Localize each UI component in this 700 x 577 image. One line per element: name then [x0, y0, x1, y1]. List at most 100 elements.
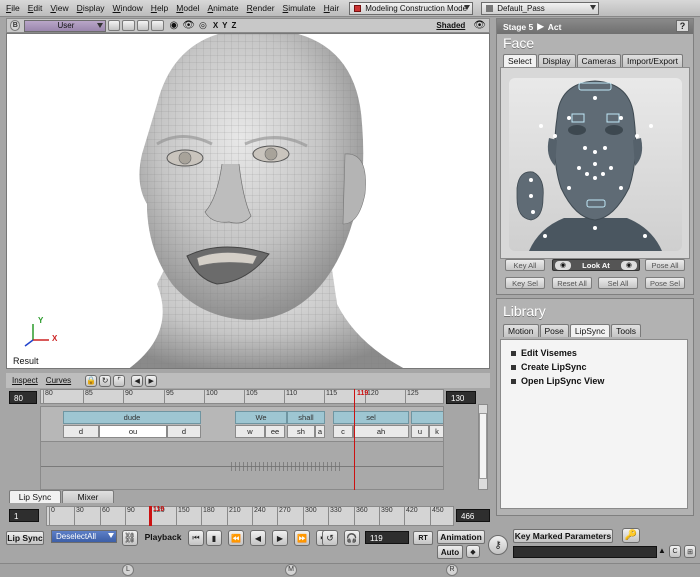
auto-key-button[interactable]: Auto — [437, 545, 463, 559]
step-back-icon[interactable]: ⏪ — [228, 530, 244, 546]
word-block[interactable] — [411, 411, 443, 424]
list-item-create-lipsync[interactable]: Create LipSync — [501, 360, 687, 374]
mode-combo[interactable]: Modeling Construction Mode — [349, 1, 474, 15]
lock-icon[interactable]: 🔒 — [85, 374, 98, 387]
look-at-control[interactable]: ◉ Look At ◉ — [552, 259, 640, 271]
rt-button[interactable]: RT — [413, 531, 433, 545]
tab-display[interactable]: Display — [537, 54, 576, 67]
settings-icon[interactable]: ⊞ — [684, 545, 696, 558]
inspect-menu[interactable]: Inspect — [12, 376, 38, 385]
tab-lip-sync[interactable]: Lip Sync — [9, 490, 61, 503]
word-block[interactable]: dude — [63, 411, 201, 424]
key-icon[interactable]: ⚷ — [488, 535, 508, 555]
playback-menu[interactable]: Playback — [144, 531, 182, 545]
lipsync-mode-button[interactable]: Lip Sync — [6, 531, 44, 545]
viewport-toggle-4[interactable] — [151, 20, 164, 31]
breadcrumb-act[interactable]: Act — [548, 22, 562, 32]
tab-import-export[interactable]: Import/Export — [621, 54, 684, 67]
eye-icon[interactable]: 👁 — [182, 20, 195, 31]
viseme-block[interactable]: u — [411, 425, 429, 438]
key-all-button[interactable]: Key All — [505, 259, 545, 271]
timeline-ruler[interactable]: 0 30 60 90 120 150 180 210 240 270 300 330 360 390 420… — [46, 506, 454, 526]
word-block[interactable]: We — [235, 411, 287, 424]
frame-icon[interactable]: ⌜ — [113, 374, 126, 387]
viewport-toggle-2[interactable] — [122, 20, 135, 31]
lipsync-vscroll[interactable] — [478, 404, 488, 490]
viseme-block[interactable]: c — [333, 425, 353, 438]
viewport-b-icon[interactable]: B — [10, 20, 21, 31]
sel-all-button[interactable]: Sel All — [598, 277, 638, 289]
menu-hair[interactable]: Hair — [324, 3, 340, 13]
help-button[interactable]: ? — [676, 20, 689, 32]
menu-simulate[interactable]: Simulate — [283, 3, 316, 13]
shading-mode[interactable]: Shaded — [436, 21, 465, 30]
viseme-block[interactable]: d — [63, 425, 99, 438]
next-arrow-icon[interactable]: ▶ — [145, 374, 158, 387]
link-icon[interactable]: ⛓ — [122, 530, 138, 546]
word-block[interactable]: sel — [333, 411, 409, 424]
viseme-block[interactable]: k — [429, 425, 443, 438]
lipsync-playhead[interactable] — [354, 389, 355, 490]
viewport-toggle-1[interactable] — [108, 20, 121, 31]
copy-icon[interactable]: C — [669, 545, 681, 558]
prev-key-icon[interactable]: ▮ — [206, 530, 222, 546]
menu-display[interactable]: Display — [77, 3, 105, 13]
face-picker[interactable] — [509, 78, 682, 251]
lipsync-end-field[interactable]: 130 — [446, 391, 476, 404]
auto-key-toggle-icon[interactable]: ◆ — [466, 545, 480, 558]
tab-tools[interactable]: Tools — [611, 324, 641, 337]
reset-all-button[interactable]: Reset All — [552, 277, 592, 289]
view-z-button[interactable]: Z — [232, 21, 237, 30]
timeline-start-field[interactable]: 1 — [9, 509, 39, 522]
lipsync-track[interactable]: dude We shall sel d ou d w ee sh a c ah … — [40, 406, 444, 490]
viseme-block[interactable]: ah — [353, 425, 409, 438]
tab-lipsync[interactable]: LipSync — [569, 324, 611, 337]
lipsync-ruler[interactable]: 80 85 90 95 100 105 110 115 120 125 — [40, 389, 444, 404]
list-item-open-lipsync-view[interactable]: Open LipSync View — [501, 374, 687, 388]
audio-icon[interactable]: 🎧 — [344, 530, 360, 546]
view-y-button[interactable]: Y — [222, 21, 227, 30]
key-sel-button[interactable]: Key Sel — [505, 277, 545, 289]
eye-left-icon[interactable]: ◉ — [555, 260, 571, 270]
scroll-up-icon[interactable]: ▲ — [658, 546, 666, 555]
viseme-block[interactable]: d — [167, 425, 201, 438]
prev-arrow-icon[interactable]: ◀ — [131, 374, 144, 387]
step-forward-icon[interactable]: ⏩ — [294, 530, 310, 546]
menu-help[interactable]: Help — [151, 3, 168, 13]
deselect-combo[interactable]: DeselectAll — [51, 530, 117, 543]
tab-pose[interactable]: Pose — [539, 324, 569, 337]
menu-window[interactable]: Window — [113, 3, 143, 13]
camera-combo[interactable]: User — [24, 19, 107, 32]
camera-icon[interactable]: ◉ — [170, 20, 179, 31]
parameter-field[interactable] — [513, 546, 657, 558]
key-filter-icon[interactable]: 🔑 — [622, 528, 640, 543]
curves-menu[interactable]: Curves — [46, 376, 71, 385]
viseme-block[interactable]: ee — [265, 425, 285, 438]
tab-motion[interactable]: Motion — [503, 324, 539, 337]
lipsync-start-field[interactable]: 80 — [9, 391, 37, 404]
viseme-block[interactable]: a — [315, 425, 325, 438]
tab-select[interactable]: Select — [503, 54, 537, 67]
refresh-icon[interactable]: ↻ — [99, 374, 112, 387]
viewport-toggle-3[interactable] — [136, 20, 150, 31]
viseme-block[interactable]: ou — [99, 425, 167, 438]
menu-edit[interactable]: Edit — [28, 3, 43, 13]
menu-model[interactable]: Model — [176, 3, 199, 13]
eye-visibility-icon[interactable]: 👁 — [473, 20, 486, 31]
menu-animate[interactable]: Animate — [207, 3, 238, 13]
pass-combo[interactable]: Default_Pass — [481, 1, 600, 15]
eye-right-icon[interactable]: ◉ — [620, 260, 637, 270]
play-back-icon[interactable]: ◀ — [250, 530, 266, 546]
timeline-end-field[interactable]: 466 — [456, 509, 490, 522]
view-x-button[interactable]: X — [213, 21, 218, 30]
breadcrumb-stage[interactable]: Stage 5 — [503, 22, 533, 32]
ortho-icon[interactable]: ◎ — [199, 20, 207, 31]
key-marked-params-button[interactable]: Key Marked Parameters — [513, 529, 613, 543]
first-frame-icon[interactable]: ⏮ — [188, 530, 204, 546]
pose-sel-button[interactable]: Pose Sel — [645, 277, 685, 289]
tab-cameras[interactable]: Cameras — [576, 54, 621, 67]
pose-all-button[interactable]: Pose All — [645, 259, 685, 271]
tab-mixer[interactable]: Mixer — [62, 490, 114, 503]
list-item-edit-visemes[interactable]: Edit Visemes — [501, 346, 687, 360]
viseme-block[interactable]: sh — [287, 425, 315, 438]
